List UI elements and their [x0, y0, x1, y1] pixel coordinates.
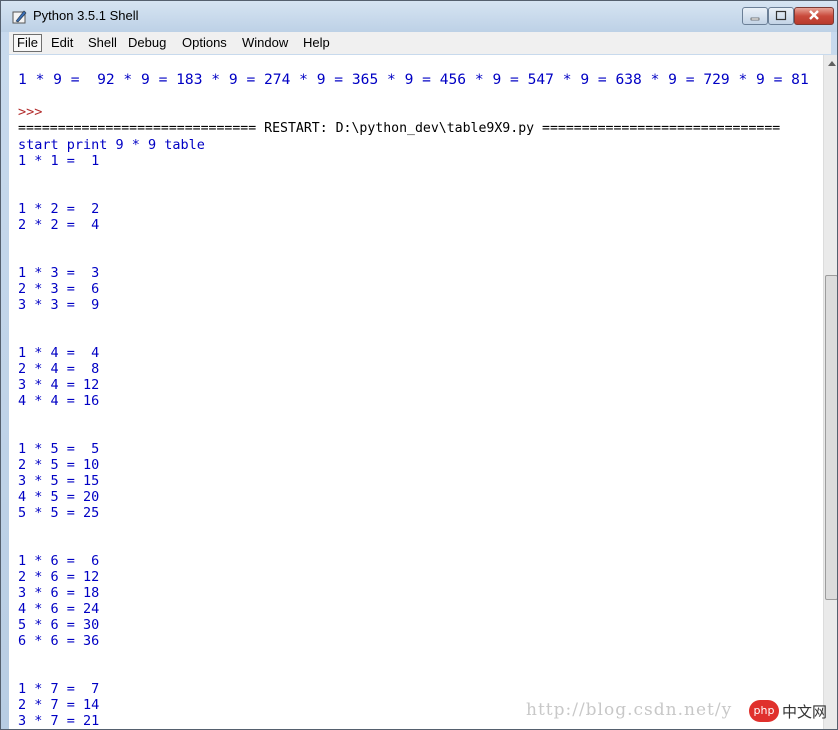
shell-output-area[interactable]: 1 * 9 = 92 * 9 = 183 * 9 = 274 * 9 = 365…	[9, 55, 823, 729]
table-line: 2 * 7 = 14	[18, 697, 100, 713]
table-line: 1 * 5 = 5	[18, 441, 100, 457]
menu-options[interactable]: Options	[179, 34, 230, 52]
menu-file[interactable]: File	[13, 34, 42, 52]
table-line: 4 * 4 = 16	[18, 393, 100, 409]
table-line: 2 * 4 = 8	[18, 361, 100, 377]
table-line: 1 * 1 = 1	[18, 153, 100, 169]
menu-shell[interactable]: Shell	[85, 34, 120, 52]
table-line: 4 * 6 = 24	[18, 601, 100, 617]
table-line: 1 * 6 = 6	[18, 553, 100, 569]
table-line: 1 * 2 = 2	[18, 201, 100, 217]
table-line: 2 * 3 = 6	[18, 281, 100, 297]
table-line: 5 * 5 = 25	[18, 505, 100, 521]
vertical-scrollbar[interactable]	[823, 55, 837, 729]
idle-shell-window: Python 3.5.1 Shell File Edit Shell Debug…	[0, 0, 838, 730]
minimize-button[interactable]	[742, 7, 768, 25]
shell-prompt: >>>	[18, 104, 43, 120]
scrollbar-thumb[interactable]	[825, 275, 837, 600]
shell-output-row9: 1 * 9 = 92 * 9 = 183 * 9 = 274 * 9 = 365…	[18, 71, 809, 88]
table-line: 2 * 2 = 4	[18, 217, 100, 233]
table-line: 6 * 6 = 36	[18, 633, 100, 649]
menu-debug[interactable]: Debug	[125, 34, 169, 52]
menu-edit[interactable]: Edit	[48, 34, 76, 52]
menu-help[interactable]: Help	[300, 34, 333, 52]
table-line: 2 * 6 = 12	[18, 569, 100, 585]
restart-separator: ============================== RESTART: …	[18, 121, 781, 136]
table-line: 4 * 5 = 20	[18, 489, 100, 505]
php-logo: php	[749, 700, 779, 722]
table-line: 3 * 6 = 18	[18, 585, 100, 601]
table-line: 1 * 7 = 7	[18, 681, 100, 697]
table-line: 3 * 7 = 21	[18, 713, 100, 729]
python-feather-icon	[12, 10, 27, 24]
shell-start-line: start print 9 * 9 table	[18, 137, 205, 153]
table-line: 1 * 3 = 3	[18, 265, 100, 281]
watermark-url: http://blog.csdn.net/y	[526, 700, 733, 720]
table-line: 2 * 5 = 10	[18, 457, 100, 473]
window-title: Python 3.5.1 Shell	[33, 8, 139, 23]
maximize-icon	[775, 10, 787, 21]
table-line: 1 * 4 = 4	[18, 345, 100, 361]
table-line: 3 * 5 = 15	[18, 473, 100, 489]
php-logo-text: 中文网	[782, 703, 828, 721]
table-line: 5 * 6 = 30	[18, 617, 100, 633]
table-line: 3 * 3 = 9	[18, 297, 100, 313]
title-bar[interactable]: Python 3.5.1 Shell	[1, 1, 837, 32]
table-line: 3 * 4 = 12	[18, 377, 100, 393]
menu-window[interactable]: Window	[239, 34, 291, 52]
minimize-icon	[750, 17, 760, 21]
menu-bar: File Edit Shell Debug Options Window Hel…	[9, 32, 831, 54]
scroll-up-icon[interactable]	[827, 59, 837, 67]
close-icon	[809, 10, 819, 20]
close-button[interactable]	[794, 7, 834, 25]
maximize-button[interactable]	[768, 7, 794, 25]
